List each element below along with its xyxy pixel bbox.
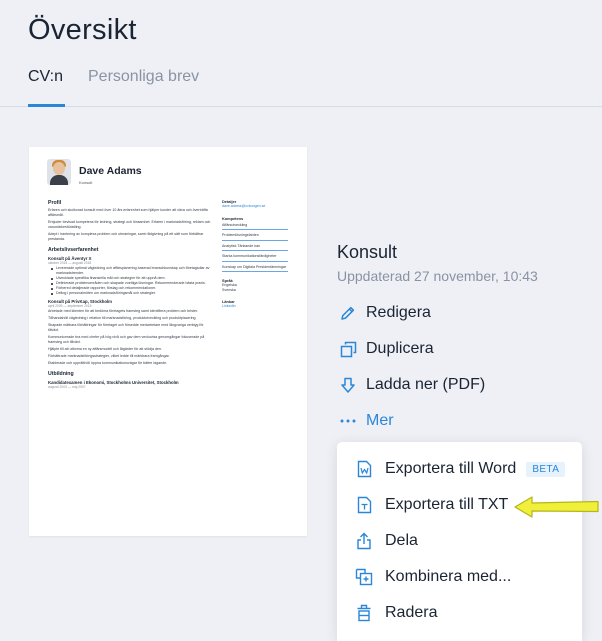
pencil-icon [339,304,357,322]
active-tab-indicator [28,104,65,107]
delete-menu-item[interactable]: Radera [355,601,437,625]
cv-paragraph: Förbättrade marknadsföringsstrategier, v… [48,354,170,358]
cv-email: dave.adams@cvkungen.se [222,204,266,208]
cv-paragraph: Erfaren och skolkorad konsult med över 1… [48,208,208,217]
download-icon [339,376,357,394]
share-label: Dela [385,532,418,549]
document-title: Konsult [337,242,398,262]
cv-paragraph: Etablerade och upprätthöll öppna kommuni… [48,361,168,365]
tab-personal-letters[interactable]: Personliga brev [88,68,199,86]
edit-button[interactable]: Redigera [339,302,431,324]
export-txt-menu-item[interactable]: Exportera till TXT [355,493,508,517]
document-updated-timestamp: Uppdaterad 27 november, 10:43 [337,268,538,284]
word-file-icon [355,460,373,478]
cv-section-education-title: Utbildning [48,371,74,377]
duplicate-label: Duplicera [366,340,434,357]
duplicate-button[interactable]: Duplicera [339,338,434,360]
more-dots-icon [339,412,357,430]
cv-subtitle: Konsult [79,180,93,185]
txt-file-icon [355,496,373,514]
cv-paragraph: Arbetade med klienten för att bedöma för… [48,309,199,313]
download-pdf-button[interactable]: Ladda ner (PDF) [339,374,485,396]
avatar [47,159,71,185]
cv-degree-dates: augusti 2003 — maj 2007 [48,385,86,389]
delete-label: Radera [385,604,438,621]
cv-skill: Analytisk Tänkande kan [222,242,288,251]
cv-job-dates: oktober 2015 — augusti 2018 [48,261,92,265]
cv-paragraph: Hjälpte till att utforma en ny affärsmod… [48,347,162,351]
cv-paragraph: Tillhandahöll vägledning i relation till… [48,316,197,320]
cv-skill: Problemlösningsfarden [222,232,288,241]
cv-paragraph: Adept i hantering av komplexa problem oc… [48,232,204,241]
export-word-label: Exportera till Word [385,460,517,477]
cv-paragraph: Erbjuder bevisad kompetens för ledning, … [48,220,211,229]
combine-icon [355,568,373,586]
combine-label: Kombinera med... [385,568,512,585]
duplicate-icon [339,340,357,358]
cv-section-profile-title: Profil [48,200,62,206]
cv-section-work-title: Arbetslivserfarenhet [48,247,99,253]
export-txt-label: Exportera till TXT [385,496,509,513]
cv-skill: Affärsutveckling [222,221,288,230]
cv-skill: Starka kommunikationsfärdigheter [222,253,288,262]
export-word-menu-item[interactable]: Exportera till Word BETA [355,457,566,481]
trash-icon [355,604,373,622]
more-button[interactable]: Mer [339,410,394,432]
cv-name: Dave Adams [79,165,142,177]
tab-cv[interactable]: CV:n [28,68,63,86]
cv-paragraph: Skapade mätbara förbättringar för företa… [48,323,204,332]
highlight-arrow-icon [514,496,599,518]
share-icon [355,532,373,550]
download-pdf-label: Ladda ner (PDF) [366,376,486,393]
more-menu-dropdown: Exportera till Word BETA Exportera till … [337,442,582,641]
cv-job-dates: april 2009 — september 2015 [48,304,92,308]
cv-sidebar-column: Detaljer dave.adams@cvkungen.se Kompeten… [222,195,288,308]
cv-skill: Kunskap om Digitala Presidentämningar [222,263,288,272]
beta-badge: BETA [526,461,566,477]
combine-menu-item[interactable]: Kombinera med... [355,565,511,589]
cv-bullet: Levererade optimal vägledning och affärs… [48,266,213,276]
cv-paragraph: Kommunicerade bra med chefer på hög nivå… [48,335,205,344]
cv-preview-thumbnail[interactable]: Dave Adams Konsult Profil Erfaren och sk… [29,147,307,536]
cv-main-column: Profil Erfaren och skolkorad konsult med… [48,195,213,390]
cv-link: LinkedIn [222,304,236,308]
tab-bar: CV:n Personliga brev [0,64,602,107]
edit-label: Redigera [366,304,431,321]
share-menu-item[interactable]: Dela [355,529,418,553]
more-label: Mer [366,412,394,429]
page-title: Översikt [28,14,137,46]
cv-language: Svenska [222,288,236,292]
cv-bullet: Deltog i personalmöten om marknadsföring… [48,291,213,296]
